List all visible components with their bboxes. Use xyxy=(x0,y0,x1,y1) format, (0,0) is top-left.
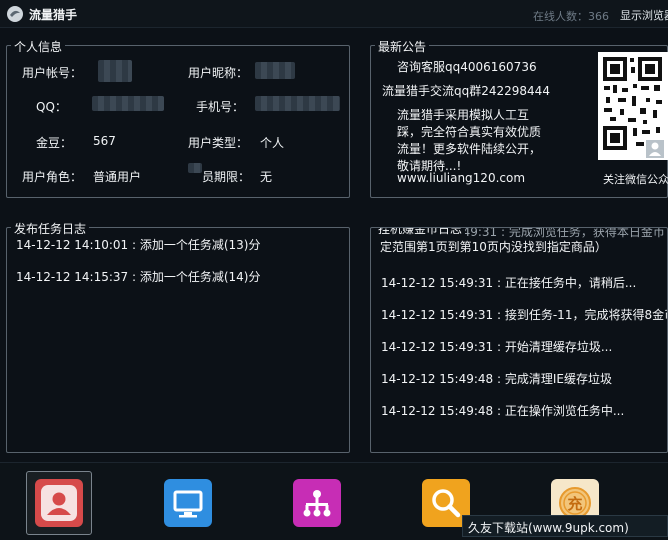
title-bar: 流量猎手 在线人数：366 显示浏览器 xyxy=(0,0,668,28)
gold-label: 金豆： xyxy=(36,136,73,150)
gold-log-line: 14-12-12 15:49:31 : 开始清理缓存垃圾... xyxy=(381,340,613,354)
personal-center-button[interactable] xyxy=(35,479,83,527)
phone-label: 手机号： xyxy=(196,100,245,114)
wechat-qr-code xyxy=(598,52,668,160)
task-log-panel: 发布任务日志 xyxy=(6,220,350,453)
phone-value-blurred xyxy=(255,96,340,111)
task-log-title: 发布任务日志 xyxy=(11,220,90,237)
site-watermark: 久友下载站(www.9upk.com) xyxy=(462,515,668,537)
qq-value-blurred xyxy=(92,96,164,111)
monitor-icon xyxy=(173,490,203,518)
app-title: 流量猎手 xyxy=(29,8,78,22)
gold-log-partial-line: 定范围第1页到第10页内没找到指定商品） xyxy=(380,240,607,254)
notice-service-qq: 咨询客服qq4006160736 xyxy=(397,60,537,74)
notice-group-qq: 流量猎手交流qq群242298444 xyxy=(382,84,550,98)
gold-value: 567 xyxy=(93,134,116,148)
show-browser-button[interactable]: 显示浏览器 xyxy=(620,7,668,23)
expire-value: 无 xyxy=(260,170,273,184)
expire-label-blurred-prefix xyxy=(188,163,202,173)
task-log-line: 14-12-12 14:15:37 : 添加一个任务减(14)分 xyxy=(16,270,261,284)
gold-log-title: 挂机赚金币日志 xyxy=(375,228,466,237)
qr-code-icon xyxy=(603,57,664,158)
task-manage-button[interactable] xyxy=(293,479,341,527)
account-value-blurred xyxy=(98,60,132,82)
gold-log-panel: 14-12-12 15:49:31 : 完成浏览任务，获得本日金币 定范围第1页… xyxy=(370,227,668,453)
browse-task-button[interactable] xyxy=(164,479,212,527)
gold-log-line: 14-12-12 15:49:31 : 正在接任务中，请稍后... xyxy=(381,276,637,290)
personal-info-title: 个人信息 xyxy=(11,38,66,55)
notice-message: 流量猎手采用模拟人工互踩，完全符合真实有效优质流量！更多软件陆续公开，敬请期待.… xyxy=(397,108,542,173)
notice-title: 最新公告 xyxy=(375,38,430,55)
nickname-value-blurred xyxy=(255,62,295,79)
notice-url[interactable]: www.liuliang120.com xyxy=(397,171,525,185)
user-type-label: 用户类型： xyxy=(188,136,249,150)
task-log-line: 14-12-12 14:10:01 : 添加一个任务减(13)分 xyxy=(16,238,261,252)
svg-text:充: 充 xyxy=(567,495,582,513)
qr-caption: 关注微信公众号 xyxy=(603,173,668,186)
app-logo-icon xyxy=(7,6,23,22)
qq-label: QQ： xyxy=(36,100,67,114)
online-count: 在线人数：366 xyxy=(533,10,609,23)
nickname-label: 用户昵称： xyxy=(188,66,249,80)
gold-log-line: 14-12-12 15:49:48 : 完成清理IE缓存垃圾 xyxy=(381,372,612,386)
role-value: 普通用户 xyxy=(93,170,142,184)
account-label: 用户帐号： xyxy=(22,66,83,80)
user-icon xyxy=(41,485,77,521)
role-label: 用户角色： xyxy=(22,170,83,184)
gold-log-line: 14-12-12 15:49:31 : 接到任务-11，完成将获得8金币 xyxy=(381,308,668,322)
org-chart-icon xyxy=(303,490,331,517)
gold-log-line: 14-12-12 15:49:48 : 正在操作浏览任务中... xyxy=(381,404,625,418)
expire-label: 员期限： xyxy=(202,170,251,184)
user-type-value: 个人 xyxy=(260,136,285,150)
